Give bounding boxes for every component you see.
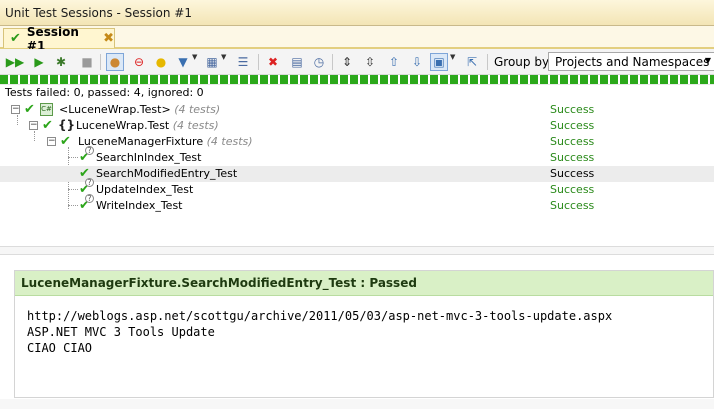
test-summary: Tests failed: 0, passed: 4, ignored: 0 — [5, 86, 204, 99]
tree-row-label: <LuceneWrap.Test> — [59, 103, 171, 116]
filter-icon[interactable]: ▼ — [174, 53, 192, 71]
show-passed-icon[interactable]: ● — [106, 53, 124, 71]
debug-icon[interactable]: ✱ — [52, 53, 70, 71]
group-by-select[interactable]: Projects and Namespaces ▼ — [548, 52, 714, 71]
namespace-icon: {} — [58, 118, 76, 132]
tree-row-label: WriteIndex_Test — [96, 199, 183, 212]
run-all-icon[interactable]: ▶▶ — [6, 53, 24, 71]
run-icon[interactable]: ▶ — [30, 53, 48, 71]
output-pane-icon[interactable]: ▣ — [430, 53, 448, 71]
previous-icon[interactable]: ⇧ — [385, 53, 403, 71]
success-check-icon: ✔ — [60, 134, 71, 149]
tree-row-test-selected[interactable]: ✔ SearchModifiedEntry_Test Success — [0, 166, 714, 182]
collapse-all-icon[interactable]: ⇳ — [361, 53, 379, 71]
test-count: (4 tests) — [174, 103, 221, 116]
layout-dropdown-icon[interactable]: ▼ — [450, 53, 455, 61]
toolbar-separator — [258, 54, 259, 70]
tree-row-test[interactable]: ✔? WriteIndex_Test Success — [0, 194, 714, 214]
tree-row-assembly[interactable]: − ✔ C# <LuceneWrap.Test> (4 tests) Succe… — [0, 102, 714, 118]
test-output-pane: LuceneManagerFixture.SearchModifiedEntry… — [14, 270, 714, 398]
progress-fill — [0, 75, 714, 84]
group-by-label: Group by: — [494, 55, 553, 69]
toolbar-separator — [487, 54, 488, 70]
export-icon[interactable]: ▤ — [288, 53, 306, 71]
status-text: Success — [550, 167, 595, 180]
window-title: Unit Test Sessions - Session #1 — [5, 6, 192, 20]
tree-row-namespace[interactable]: − ✔ {} LuceneWrap.Test (4 tests) Success — [0, 118, 714, 134]
test-count: (4 tests) — [206, 135, 253, 148]
expand-all-icon[interactable]: ⇕ — [338, 53, 356, 71]
status-text: Success — [550, 135, 595, 148]
test-passed-icon: ✔? — [79, 146, 94, 165]
test-tree: − ✔ C# <LuceneWrap.Test> (4 tests) Succe… — [0, 101, 714, 217]
test-progress-bar — [0, 75, 714, 85]
test-count: (4 tests) — [172, 119, 219, 132]
collapse-icon[interactable]: − — [11, 105, 20, 114]
output-line: ASP.NET MVC 3 Tools Update — [27, 325, 215, 339]
collapse-icon[interactable]: − — [29, 121, 38, 130]
list-icon[interactable]: ☰ — [234, 53, 252, 71]
tree-row-test[interactable]: ✔? SearchInIndex_Test Success — [0, 146, 714, 166]
tree-row-label: LuceneWrap.Test — [76, 119, 170, 132]
result-header: LuceneManagerFixture.SearchModifiedEntry… — [15, 271, 713, 296]
output-line: CIAO CIAO — [27, 341, 93, 355]
stop-icon[interactable]: ■ — [78, 53, 96, 71]
columns-dropdown-icon[interactable]: ▼ — [221, 53, 226, 61]
group-by-value: Projects and Namespaces — [555, 55, 710, 69]
tree-row-label: UpdateIndex_Test — [96, 183, 194, 196]
tree-row-test[interactable]: ✔? UpdateIndex_Test Success — [0, 178, 714, 198]
show-ignored-icon[interactable]: ● — [152, 53, 170, 71]
toolbar-separator — [100, 54, 101, 70]
session-tab-strip: ✔ Session #1 ✖ — [0, 25, 714, 53]
tree-row-label: SearchInIndex_Test — [96, 151, 202, 164]
collapse-icon[interactable]: − — [47, 137, 56, 146]
chevron-down-icon: ▼ — [704, 56, 711, 65]
test-passed-icon: ✔? — [79, 194, 94, 213]
status-text: Success — [550, 151, 595, 164]
history-icon[interactable]: ◷ — [310, 53, 328, 71]
remove-icon[interactable]: ✖ — [264, 53, 282, 71]
tree-row-label: LuceneManagerFixture — [78, 135, 204, 148]
status-text: Success — [550, 183, 595, 196]
status-text: Success — [550, 119, 595, 132]
tab-session-1[interactable]: ✔ Session #1 ✖ — [3, 25, 115, 53]
close-icon[interactable]: ✖ — [103, 31, 114, 46]
success-check-icon: ✔ — [24, 102, 35, 117]
window-title-bar: Unit Test Sessions - Session #1 — [0, 0, 714, 26]
assembly-icon: C# — [40, 103, 53, 116]
tree-row-label: SearchModifiedEntry_Test — [96, 167, 238, 180]
bottom-edge — [0, 399, 714, 409]
output-line: http://weblogs.asp.net/scottgu/archive/2… — [27, 309, 613, 323]
columns-icon[interactable]: ▦ — [203, 53, 221, 71]
success-check-icon: ✔ — [42, 118, 53, 133]
track-icon[interactable]: ⇱ — [463, 53, 481, 71]
pane-splitter[interactable] — [0, 246, 714, 255]
toolbar: ▶▶ ▶ ✱ ■ ● ⊖ ● ▼ ▼ ▦ ▼ ☰ ✖ ▤ ◷ ⇕ ⇳ ⇧ ⇩ ▣… — [0, 49, 714, 75]
status-text: Success — [550, 199, 595, 212]
filter-dropdown-icon[interactable]: ▼ — [192, 53, 197, 61]
tree-row-fixture[interactable]: − ✔ LuceneManagerFixture (4 tests) Succe… — [0, 134, 714, 150]
toolbar-separator — [332, 54, 333, 70]
status-text: Success — [550, 103, 595, 116]
next-icon[interactable]: ⇩ — [408, 53, 426, 71]
show-failed-icon[interactable]: ⊖ — [130, 53, 148, 71]
check-icon: ✔ — [10, 31, 21, 46]
